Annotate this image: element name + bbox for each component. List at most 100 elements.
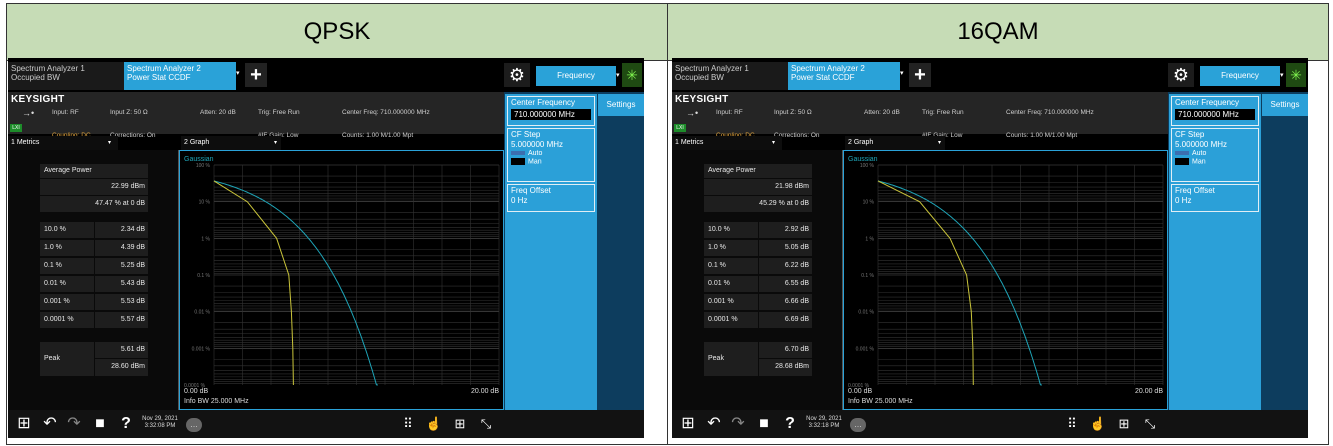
chevron-down-icon[interactable]: ▾ [772, 136, 780, 150]
ccdf-row-value: 6.22 dB [759, 258, 812, 274]
frequency-menu-button[interactable]: Frequency [1200, 66, 1280, 86]
gear-icon[interactable]: ⚙ [504, 63, 530, 87]
cf-step-key[interactable]: CF Step 5.000000 MHz Auto Man [1171, 128, 1259, 182]
auto-option[interactable]: Auto [511, 150, 591, 158]
settings-tab[interactable]: Settings [598, 94, 644, 116]
keypad-icon[interactable]: ⠿ [398, 414, 418, 434]
folder-icon[interactable]: ■ [90, 414, 110, 434]
metrics-window-selector[interactable]: 1 Metrics [672, 136, 782, 150]
chevron-down-icon[interactable]: ▾ [274, 136, 282, 150]
chevron-down-icon[interactable]: ▾ [938, 136, 946, 150]
tab-power-stat-ccdf[interactable]: Spectrum Analyzer 2 Power Stat CCDF [788, 62, 900, 90]
man-option[interactable]: Man [511, 158, 591, 166]
graph-window-selector[interactable]: 2 Graph [181, 136, 281, 150]
info-bw-label: Info BW 25.000 MHz [184, 398, 249, 405]
header-qpsk: QPSK [7, 4, 668, 61]
settings-tab[interactable]: Settings [1262, 94, 1308, 116]
metrics-window: Average Power 22.99 dBm 47.47 % at 0 dB … [8, 150, 179, 410]
ccdf-row-value: 6.69 dB [759, 312, 812, 328]
freq-offset-key[interactable]: Freq Offset 0 Hz [507, 184, 595, 212]
ccdf-row-value: 5.53 dB [95, 294, 148, 310]
window-layout-icon[interactable]: ⊞ [450, 414, 470, 434]
chat-icon[interactable]: … [850, 418, 866, 432]
fullscreen-icon[interactable]: ⤡ [476, 414, 496, 434]
column-divider [667, 4, 668, 444]
undo-icon[interactable]: ↶ [40, 414, 60, 434]
touch-icon[interactable]: ☝ [424, 414, 444, 434]
ccdf-row-value: 2.34 dB [95, 222, 148, 238]
tab-power-stat-ccdf[interactable]: Spectrum Analyzer 2 Power Stat CCDF [124, 62, 236, 90]
center-frequency-key[interactable]: Center Frequency 710.000000 MHz [507, 96, 595, 126]
ccdf-row-label: 1.0 % [704, 240, 758, 256]
atten-setting[interactable]: Atten: 20 dB [200, 94, 236, 132]
tab-dropdown-icon[interactable]: ▾ [236, 62, 244, 90]
y-tick-label: 0.001 % [192, 346, 211, 352]
ccdf-plot: Gaussian 100 % 10 % 1 % 0.1 % 0.01 % 0.001 % 0… [184, 156, 500, 405]
keypad-icon[interactable]: ⠿ [1062, 414, 1082, 434]
tab-occupied-bw[interactable]: Spectrum Analyzer 1 Occupied BW [672, 62, 788, 90]
auto-option[interactable]: Auto [1175, 150, 1255, 158]
touch-icon[interactable]: ☝ [1088, 414, 1108, 434]
chevron-down-icon[interactable]: ▾ [108, 136, 116, 150]
atten-setting[interactable]: Atten: 20 dB [864, 94, 900, 132]
metrics-window-selector[interactable]: 1 Metrics [8, 136, 118, 150]
x-axis-end: 20.00 dB [471, 388, 499, 395]
redo-icon[interactable]: ↷ [64, 414, 84, 434]
y-tick-label: 0.01 % [194, 310, 210, 316]
y-tick-label: 10 % [863, 200, 875, 206]
peak-label: Peak [40, 342, 94, 376]
peak-db: 6.70 dB [759, 342, 812, 358]
add-tab-button[interactable]: + [245, 63, 267, 87]
average-power-dbm: 21.98 dBm [704, 179, 812, 195]
center-frequency-key[interactable]: Center Frequency 710.000000 MHz [1171, 96, 1259, 126]
ccdf-row-label: 1.0 % [40, 240, 94, 256]
frequency-menu-button[interactable]: Frequency [536, 66, 616, 86]
add-tab-button[interactable]: + [909, 63, 931, 87]
busy-spinner-icon[interactable]: ✳ [1286, 63, 1306, 87]
lxi-badge: LXI [674, 124, 686, 132]
x-axis-end: 20.00 dB [1135, 388, 1163, 395]
windows-start-icon[interactable]: ⊞ [678, 414, 698, 434]
man-option[interactable]: Man [1175, 158, 1255, 166]
analyzer-screen-16qam: Spectrum Analyzer 1 Occupied BW Spectrum … [672, 58, 1308, 438]
ccdf-row-value: 6.55 dB [759, 276, 812, 292]
y-tick-label: 0.001 % [856, 346, 875, 352]
center-frequency-value[interactable]: 710.000000 MHz [511, 109, 591, 120]
windows-start-icon[interactable]: ⊞ [14, 414, 34, 434]
plot-grid [213, 164, 500, 385]
average-power-label: Average Power [704, 164, 812, 178]
average-power-dbm: 22.99 dBm [40, 179, 148, 195]
window-layout-icon[interactable]: ⊞ [1114, 414, 1134, 434]
ccdf-row-value: 6.66 dB [759, 294, 812, 310]
y-tick-label: 0.1 % [197, 273, 210, 279]
y-tick-label: 0.1 % [861, 273, 874, 279]
freq-offset-key[interactable]: Freq Offset 0 Hz [1171, 184, 1259, 212]
help-icon[interactable]: ? [780, 414, 800, 434]
chat-icon[interactable]: … [186, 418, 202, 432]
graph-window-selector[interactable]: 2 Graph [845, 136, 945, 150]
redo-icon[interactable]: ↷ [728, 414, 748, 434]
metrics-window: Average Power 21.98 dBm 45.29 % at 0 dB … [672, 150, 843, 410]
ccdf-row-value: 5.25 dB [95, 258, 148, 274]
help-icon[interactable]: ? [116, 414, 136, 434]
gear-icon[interactable]: ⚙ [1168, 63, 1194, 87]
input-connector-icon: →• [22, 108, 35, 118]
undo-icon[interactable]: ↶ [704, 414, 724, 434]
fullscreen-icon[interactable]: ⤡ [1140, 414, 1160, 434]
analyzer-screen-qpsk: Spectrum Analyzer 1 Occupied BW Spectrum … [8, 58, 644, 438]
y-axis-ticks: 100 %10 %1 %0.1 %0.01 %0.001 %0.0001 % [184, 163, 211, 389]
center-frequency-value[interactable]: 710.000000 MHz [1175, 109, 1255, 120]
ccdf-row-label: 0.001 % [40, 294, 94, 310]
y-tick-label: 100 % [196, 163, 211, 169]
ccdf-row-value: 5.57 dB [95, 312, 148, 328]
average-power-percent: 45.29 % at 0 dB [704, 196, 812, 212]
cf-step-key[interactable]: CF Step 5.000000 MHz Auto Man [507, 128, 595, 182]
ccdf-row-label: 0.001 % [704, 294, 758, 310]
tab-occupied-bw[interactable]: Spectrum Analyzer 1 Occupied BW [8, 62, 124, 90]
peak-dbm: 28.60 dBm [95, 359, 148, 376]
busy-spinner-icon[interactable]: ✳ [622, 63, 642, 87]
folder-icon[interactable]: ■ [754, 414, 774, 434]
ccdf-row-label: 10.0 % [40, 222, 94, 238]
tab-dropdown-icon[interactable]: ▾ [900, 62, 908, 90]
header-16qam: 16QAM [668, 4, 1328, 61]
